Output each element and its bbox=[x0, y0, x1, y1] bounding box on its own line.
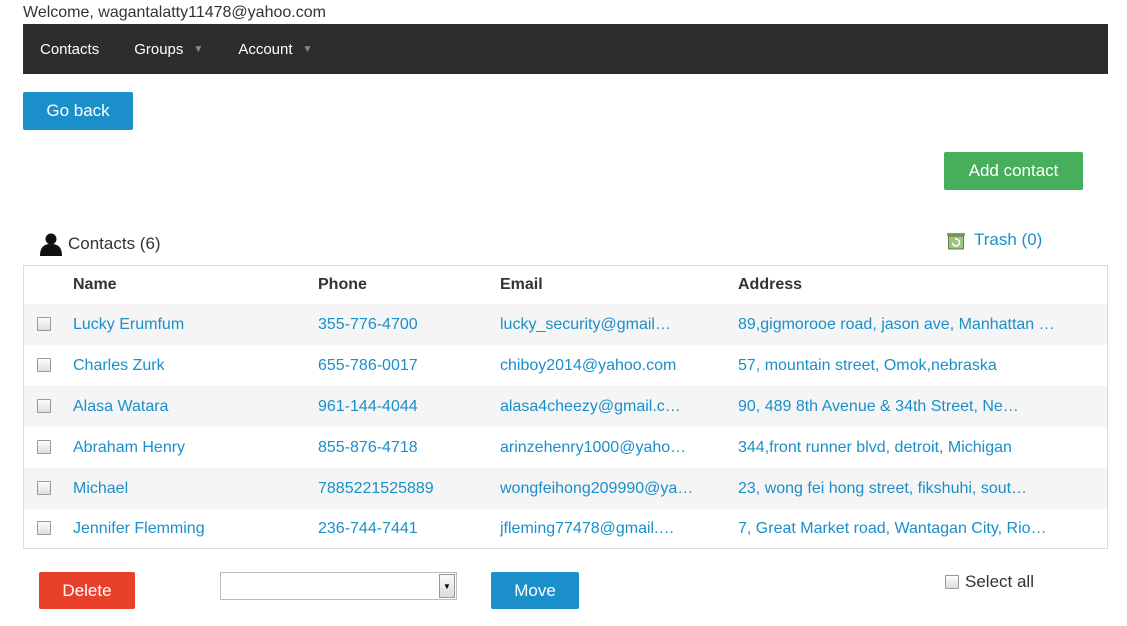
trash-icon bbox=[946, 230, 966, 250]
delete-label: Delete bbox=[62, 580, 112, 600]
nav-contacts-label: Contacts bbox=[40, 40, 100, 58]
contact-email[interactable]: alasa4cheezy@gmail.c… bbox=[500, 386, 725, 427]
column-header-phone: Phone bbox=[318, 276, 367, 293]
delete-button[interactable]: Delete bbox=[39, 572, 135, 609]
go-back-label: Go back bbox=[46, 101, 110, 120]
row-checkbox[interactable] bbox=[37, 399, 51, 413]
table-row: Jennifer Flemming 236-744-7441 jfleming7… bbox=[24, 508, 1107, 549]
add-contact-label: Add contact bbox=[968, 161, 1059, 180]
row-checkbox[interactable] bbox=[37, 440, 51, 454]
go-back-button[interactable]: Go back bbox=[23, 92, 133, 130]
contact-email[interactable]: jfleming77478@gmail.… bbox=[500, 508, 725, 549]
contact-phone[interactable]: 961-144-4044 bbox=[318, 386, 488, 427]
contact-name[interactable]: Jennifer Flemming bbox=[73, 508, 303, 549]
group-select[interactable]: ▼ bbox=[220, 572, 457, 600]
contact-name[interactable]: Charles Zurk bbox=[73, 345, 303, 386]
contact-email[interactable]: arinzehenry1000@yaho… bbox=[500, 427, 725, 468]
contact-phone[interactable]: 7885221525889 bbox=[318, 468, 488, 509]
select-all-label: Select all bbox=[965, 572, 1034, 591]
user-icon bbox=[38, 232, 64, 256]
table-row: Lucky Erumfum 355-776-4700 lucky_securit… bbox=[24, 304, 1107, 345]
nav-contacts[interactable]: Contacts bbox=[40, 41, 99, 58]
contact-phone[interactable]: 355-776-4700 bbox=[318, 304, 488, 345]
contact-name[interactable]: Abraham Henry bbox=[73, 427, 303, 468]
top-navbar: Contacts Groups ▼ Account ▼ bbox=[23, 24, 1108, 74]
contact-address[interactable]: 344,front runner blvd, detroit, Michigan bbox=[738, 427, 1098, 468]
move-label: Move bbox=[514, 580, 556, 600]
table-row: Michael 7885221525889 wongfeihong209990@… bbox=[24, 468, 1107, 509]
table-row: Alasa Watara 961-144-4044 alasa4cheezy@g… bbox=[24, 386, 1107, 427]
row-checkbox[interactable] bbox=[37, 317, 51, 331]
contact-phone[interactable]: 236-744-7441 bbox=[318, 508, 488, 549]
nav-groups[interactable]: Groups ▼ bbox=[134, 41, 203, 58]
column-header-address: Address bbox=[738, 276, 803, 293]
contact-address[interactable]: 7, Great Market road, Wantagan City, Rio… bbox=[738, 508, 1098, 549]
contacts-count: Contacts (6) bbox=[68, 234, 161, 253]
welcome-text: Welcome, wagantalatty11478@yahoo.com bbox=[23, 4, 326, 21]
contact-email[interactable]: wongfeihong209990@ya… bbox=[500, 468, 725, 509]
move-button[interactable]: Move bbox=[491, 572, 579, 609]
table-header-row: Name Phone Email Address bbox=[24, 266, 1107, 307]
contact-email[interactable]: lucky_security@gmail… bbox=[500, 304, 725, 345]
contacts-heading: Contacts (6) bbox=[38, 232, 161, 256]
contact-email[interactable]: chiboy2014@yahoo.com bbox=[500, 345, 725, 386]
chevron-down-icon: ▼ bbox=[193, 43, 204, 55]
trash-label: Trash (0) bbox=[974, 230, 1043, 249]
column-header-email: Email bbox=[500, 276, 543, 293]
column-header-name: Name bbox=[73, 276, 117, 293]
contact-phone[interactable]: 855-876-4718 bbox=[318, 427, 488, 468]
row-checkbox[interactable] bbox=[37, 521, 51, 535]
row-checkbox[interactable] bbox=[37, 358, 51, 372]
contact-address[interactable]: 57, mountain street, Omok,nebraska bbox=[738, 345, 1098, 386]
nav-account[interactable]: Account ▼ bbox=[238, 41, 312, 58]
select-all-checkbox[interactable] bbox=[945, 575, 959, 589]
trash-link[interactable]: Trash (0) bbox=[946, 230, 1042, 250]
contacts-table: Name Phone Email Address Lucky Erumfum 3… bbox=[23, 265, 1108, 549]
contact-name[interactable]: Michael bbox=[73, 468, 303, 509]
dropdown-arrow-icon[interactable]: ▼ bbox=[439, 574, 455, 598]
contact-name[interactable]: Lucky Erumfum bbox=[73, 304, 303, 345]
table-row: Abraham Henry 855-876-4718 arinzehenry10… bbox=[24, 427, 1107, 468]
row-checkbox[interactable] bbox=[37, 481, 51, 495]
contact-address[interactable]: 89,gigmorooe road, jason ave, Manhattan … bbox=[738, 304, 1098, 345]
table-row: Charles Zurk 655-786-0017 chiboy2014@yah… bbox=[24, 345, 1107, 386]
contact-name[interactable]: Alasa Watara bbox=[73, 386, 303, 427]
add-contact-button[interactable]: Add contact bbox=[944, 152, 1083, 190]
nav-account-label: Account bbox=[238, 40, 293, 58]
nav-groups-label: Groups bbox=[134, 40, 184, 58]
contact-address[interactable]: 23, wong fei hong street, fikshuhi, sout… bbox=[738, 468, 1098, 509]
chevron-down-icon: ▼ bbox=[302, 43, 313, 55]
select-all-control[interactable]: Select all bbox=[945, 572, 1034, 592]
contact-phone[interactable]: 655-786-0017 bbox=[318, 345, 488, 386]
contact-address[interactable]: 90, 489 8th Avenue & 34th Street, Ne… bbox=[738, 386, 1098, 427]
